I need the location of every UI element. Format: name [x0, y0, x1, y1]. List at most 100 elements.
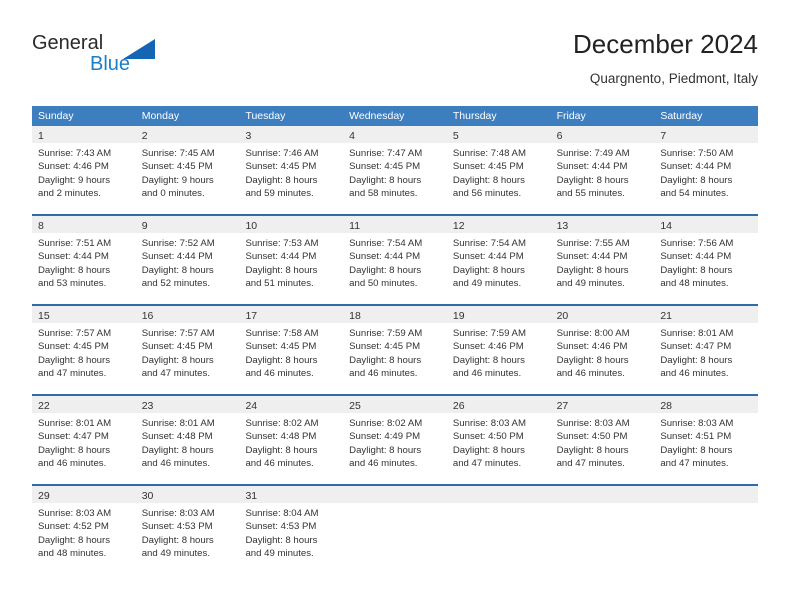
day-cell[interactable]: 5 Sunrise: 7:48 AM Sunset: 4:45 PM Daylight…	[446, 126, 551, 214]
day-number: 21	[660, 310, 672, 322]
day-number: 10	[245, 220, 258, 232]
logo-text-blue: Blue	[90, 53, 131, 75]
weekday-header-monday: Monday	[141, 110, 180, 122]
daylight-text-line1: Daylight: 8 hours	[245, 354, 318, 366]
day-cell[interactable]: 31 Sunrise: 8:04 AM Sunset: 4:53 PM Dayligh…	[239, 486, 344, 574]
daylight-text-line1: Daylight: 8 hours	[245, 534, 318, 546]
daylight-text-line2: and 50 minutes.	[349, 278, 418, 290]
day-cell[interactable]: 15 Sunrise: 7:57 AM Sunset: 4:45 PM Dayligh…	[32, 306, 136, 394]
daylight-text-line1: Daylight: 8 hours	[245, 264, 318, 276]
day-cell[interactable]: 29 Sunrise: 8:03 AM Sunset: 4:52 PM Dayligh…	[32, 486, 136, 574]
daylight-text-line2: and 46 minutes.	[245, 458, 314, 470]
day-cell-empty	[550, 486, 655, 574]
day-cell[interactable]: 26 Sunrise: 8:03 AM Sunset: 4:50 PM Dayligh…	[446, 396, 551, 484]
day-cell[interactable]: 12 Sunrise: 7:54 AM Sunset: 4:44 PM Dayligh…	[446, 216, 551, 304]
sunrise-text: Sunrise: 7:43 AM	[38, 148, 112, 159]
daylight-text-line2: and 0 minutes.	[141, 188, 205, 200]
daylight-text-line2: and 46 minutes.	[141, 458, 210, 470]
daylight-text-line1: Daylight: 8 hours	[556, 174, 629, 186]
daylight-text-line2: and 49 minutes.	[556, 278, 625, 290]
weekday-header-row: Sunday Monday Tuesday Wednesday Thursday…	[32, 106, 758, 126]
day-cell[interactable]: 18 Sunrise: 7:59 AM Sunset: 4:45 PM Dayligh…	[343, 306, 447, 394]
weekday-header-tuesday: Tuesday	[245, 110, 286, 122]
sunrise-text: Sunrise: 8:01 AM	[660, 328, 734, 339]
day-number: 6	[556, 130, 563, 142]
day-cell[interactable]: 25 Sunrise: 8:02 AM Sunset: 4:49 PM Dayligh…	[343, 396, 447, 484]
daylight-text-line2: and 47 minutes.	[38, 368, 107, 380]
day-cell[interactable]: 22 Sunrise: 8:01 AM Sunset: 4:47 PM Dayligh…	[32, 396, 136, 484]
sunrise-text: Sunrise: 7:57 AM	[38, 328, 112, 339]
weekday-header-wednesday: Wednesday	[349, 110, 405, 122]
day-number: 7	[660, 130, 667, 142]
day-number: 17	[245, 310, 258, 322]
sunset-text: Sunset: 4:48 PM	[245, 431, 317, 443]
day-number: 3	[245, 130, 252, 142]
sunrise-text: Sunrise: 8:03 AM	[141, 508, 215, 519]
daylight-text-line2: and 51 minutes.	[245, 278, 314, 290]
sunrise-text: Sunrise: 8:03 AM	[38, 508, 112, 519]
daylight-text-line1: Daylight: 9 hours	[141, 174, 214, 186]
day-number: 8	[38, 220, 44, 232]
sunset-text: Sunset: 4:45 PM	[38, 341, 109, 353]
day-cell[interactable]: 13 Sunrise: 7:55 AM Sunset: 4:44 PM Dayligh…	[550, 216, 655, 304]
daylight-text-line1: Daylight: 8 hours	[452, 354, 525, 366]
week-row: 8 Sunrise: 7:51 AM Sunset: 4:44 PM Daylight…	[32, 214, 759, 304]
day-cell[interactable]: 11 Sunrise: 7:54 AM Sunset: 4:44 PM Dayligh…	[343, 216, 447, 304]
daylight-text-line1: Daylight: 8 hours	[349, 174, 422, 186]
daylight-text-line1: Daylight: 8 hours	[556, 264, 629, 276]
sunset-text: Sunset: 4:44 PM	[556, 251, 628, 263]
day-number: 11	[349, 220, 361, 232]
sunset-text: Sunset: 4:45 PM	[349, 161, 421, 173]
day-cell[interactable]: 24 Sunrise: 8:02 AM Sunset: 4:48 PM Dayligh…	[239, 396, 344, 484]
daylight-text-line2: and 46 minutes.	[660, 368, 729, 380]
day-cell[interactable]: 20 Sunrise: 8:00 AM Sunset: 4:46 PM Dayligh…	[550, 306, 655, 394]
daylight-text-line1: Daylight: 8 hours	[349, 264, 422, 276]
day-number: 19	[452, 310, 465, 322]
logo-text-general: General	[32, 32, 104, 54]
general-blue-logo[interactable]: General Blue	[32, 32, 162, 84]
sunset-text: Sunset: 4:47 PM	[38, 431, 109, 443]
day-cell[interactable]: 6 Sunrise: 7:49 AM Sunset: 4:44 PM Daylight…	[550, 126, 655, 214]
day-cell[interactable]: 10 Sunrise: 7:53 AM Sunset: 4:44 PM Dayligh…	[239, 216, 344, 304]
sunset-text: Sunset: 4:51 PM	[660, 431, 732, 443]
day-cell[interactable]: 3 Sunrise: 7:46 AM Sunset: 4:45 PM Daylight…	[239, 126, 344, 214]
sunrise-text: Sunrise: 7:54 AM	[349, 238, 423, 249]
day-number: 2	[141, 130, 148, 142]
sunrise-text: Sunrise: 7:56 AM	[660, 238, 734, 249]
day-cell[interactable]: 7 Sunrise: 7:50 AM Sunset: 4:44 PM Daylight…	[654, 126, 759, 214]
daylight-text-line2: and 46 minutes.	[349, 458, 418, 470]
sunrise-text: Sunrise: 8:02 AM	[349, 418, 423, 429]
day-cell[interactable]: 17 Sunrise: 7:58 AM Sunset: 4:45 PM Dayligh…	[239, 306, 344, 394]
weekday-header-sunday: Sunday	[38, 110, 74, 122]
day-cell[interactable]: 8 Sunrise: 7:51 AM Sunset: 4:44 PM Daylight…	[32, 216, 136, 304]
sunrise-text: Sunrise: 7:46 AM	[245, 148, 319, 159]
day-cell[interactable]: 14 Sunrise: 7:56 AM Sunset: 4:44 PM Dayligh…	[654, 216, 759, 304]
day-cell[interactable]: 21 Sunrise: 8:01 AM Sunset: 4:47 PM Dayligh…	[654, 306, 759, 394]
sunrise-text: Sunrise: 7:49 AM	[556, 148, 630, 159]
day-cell[interactable]: 1 Sunrise: 7:43 AM Sunset: 4:46 PM Daylight…	[32, 126, 136, 214]
day-cell[interactable]: 16 Sunrise: 7:57 AM Sunset: 4:45 PM Dayligh…	[135, 306, 240, 394]
day-cell[interactable]: 4 Sunrise: 7:47 AM Sunset: 4:45 PM Daylight…	[343, 126, 447, 214]
day-cell[interactable]: 28 Sunrise: 8:03 AM Sunset: 4:51 PM Dayligh…	[654, 396, 759, 484]
sunset-text: Sunset: 4:46 PM	[556, 341, 628, 353]
day-cell[interactable]: 30 Sunrise: 8:03 AM Sunset: 4:53 PM Dayligh…	[135, 486, 240, 574]
sunrise-text: Sunrise: 7:45 AM	[141, 148, 215, 159]
day-cell[interactable]: 27 Sunrise: 8:03 AM Sunset: 4:50 PM Dayligh…	[550, 396, 655, 484]
day-number: 26	[452, 400, 465, 412]
sunset-text: Sunset: 4:44 PM	[660, 251, 732, 263]
day-cell[interactable]: 2 Sunrise: 7:45 AM Sunset: 4:45 PM Daylight…	[135, 126, 240, 214]
day-cell[interactable]: 19 Sunrise: 7:59 AM Sunset: 4:46 PM Dayligh…	[446, 306, 551, 394]
week-row: 29 Sunrise: 8:03 AM Sunset: 4:52 PM Dayligh…	[32, 484, 759, 574]
sunset-text: Sunset: 4:50 PM	[556, 431, 628, 443]
page-subtitle: Quargnento, Piedmont, Italy	[589, 71, 758, 86]
sunset-text: Sunset: 4:49 PM	[349, 431, 421, 443]
sunset-text: Sunset: 4:50 PM	[452, 431, 524, 443]
daylight-text-line2: and 49 minutes.	[245, 548, 314, 560]
day-number: 5	[452, 130, 459, 142]
daylight-text-line1: Daylight: 8 hours	[38, 534, 110, 546]
daylight-text-line1: Daylight: 8 hours	[452, 264, 525, 276]
day-cell[interactable]: 9 Sunrise: 7:52 AM Sunset: 4:44 PM Daylight…	[135, 216, 240, 304]
day-cell[interactable]: 23 Sunrise: 8:01 AM Sunset: 4:48 PM Dayligh…	[135, 396, 240, 484]
sunrise-text: Sunrise: 7:55 AM	[556, 238, 630, 249]
daylight-text-line1: Daylight: 8 hours	[349, 444, 422, 456]
